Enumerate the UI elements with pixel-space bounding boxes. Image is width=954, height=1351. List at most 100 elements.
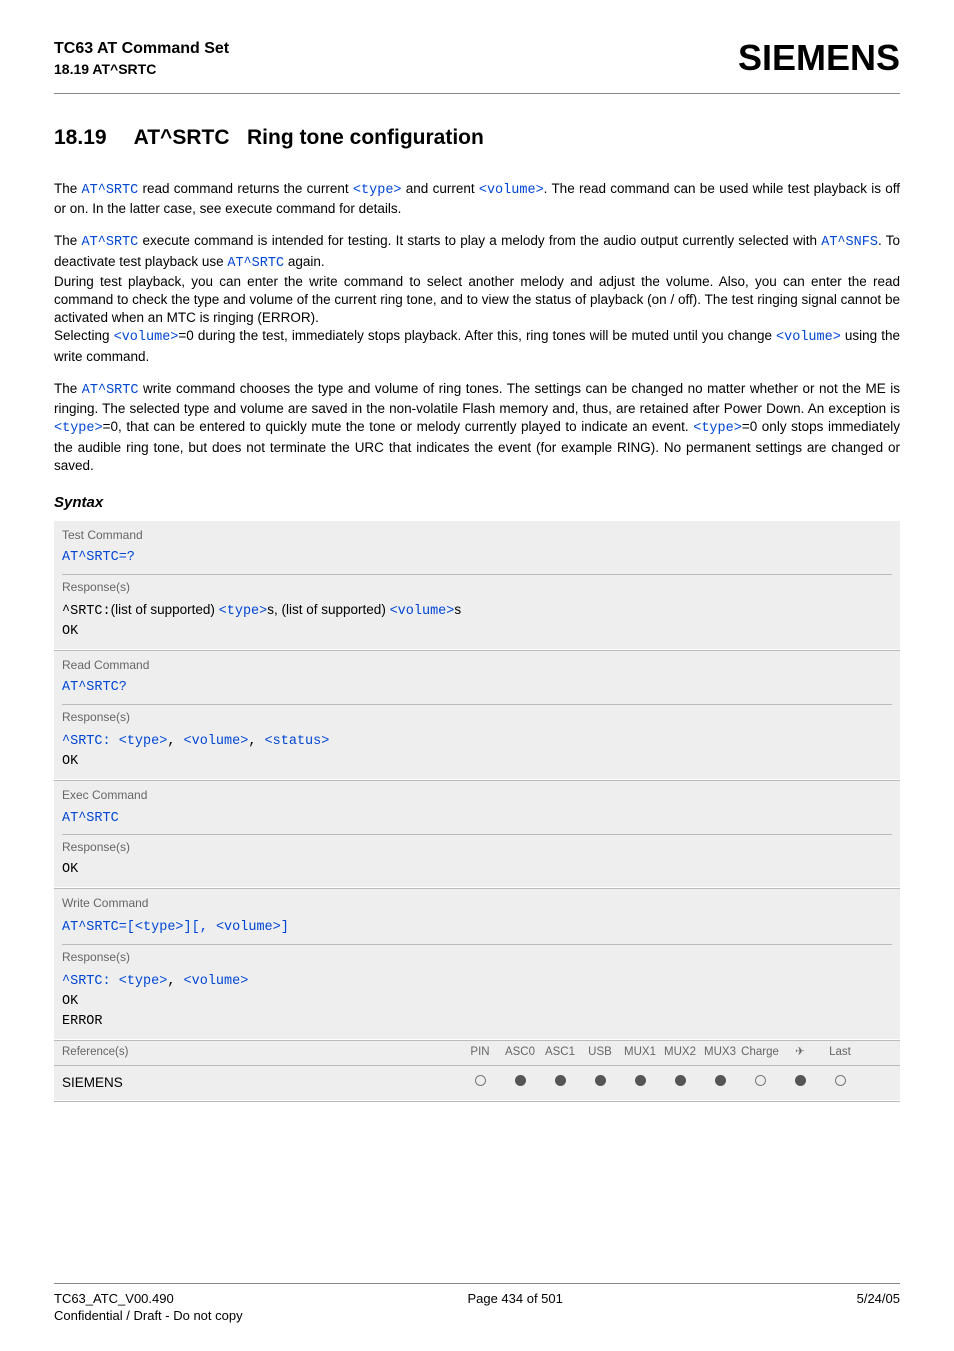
ok-text: OK: [62, 624, 78, 639]
page-header: TC63 AT Command Set 18.19 AT^SRTC SIEMEN…: [54, 34, 900, 93]
page-footer: TC63_ATC_V00.490 Page 434 of 501 5/24/05…: [54, 1283, 900, 1325]
test-response: ^SRTC:(list of supported) <type>s, (list…: [62, 599, 892, 647]
doc-title: TC63 AT Command Set: [54, 38, 229, 60]
footer-center: Page 434 of 501: [467, 1290, 562, 1308]
resp-label: Response(s): [62, 705, 892, 729]
syntax-write-block: Write Command AT^SRTC=[<type>][, <volume…: [54, 889, 900, 1039]
resp-text: ,: [248, 734, 264, 749]
filled-circle-icon: [715, 1075, 726, 1086]
col-hdr: MUX1: [620, 1045, 660, 1061]
error-text: ERROR: [62, 1014, 103, 1029]
reference-header-row: Reference(s) PIN ASC0 ASC1 USB MUX1 MUX2…: [54, 1041, 900, 1065]
param-ref[interactable]: <volume>: [390, 604, 455, 619]
cmd-ref[interactable]: AT^SRTC: [82, 383, 139, 398]
support-indicator: [780, 1075, 820, 1091]
block-divider: [54, 1101, 900, 1102]
section-heading: 18.19 AT^SRTC Ring tone configuration: [54, 124, 900, 152]
resp-text: ,: [167, 974, 183, 989]
exec-command: AT^SRTC: [62, 808, 892, 834]
airplane-icon: ✈: [780, 1045, 820, 1061]
col-hdr: Charge: [740, 1045, 780, 1061]
support-indicator: [700, 1075, 740, 1091]
support-indicator: [540, 1075, 580, 1091]
param-ref[interactable]: <volume>: [216, 920, 281, 935]
text: execute command is intended for testing.…: [138, 233, 821, 248]
empty-circle-icon: [755, 1075, 766, 1086]
filled-circle-icon: [795, 1075, 806, 1086]
col-hdr: USB: [580, 1045, 620, 1061]
cmd-ref[interactable]: AT^SRTC: [227, 256, 284, 271]
text: The: [54, 181, 82, 196]
support-indicator: [820, 1075, 860, 1091]
text: The: [54, 381, 82, 396]
param-ref[interactable]: <type>: [693, 421, 742, 436]
resp-label: Response(s): [62, 575, 892, 599]
header-divider: [54, 93, 900, 94]
footer-left: TC63_ATC_V00.490: [54, 1290, 174, 1308]
empty-circle-icon: [835, 1075, 846, 1086]
param-ref[interactable]: <type>: [353, 183, 402, 198]
param-ref[interactable]: <type>: [219, 604, 268, 619]
empty-circle-icon: [475, 1075, 486, 1086]
filled-circle-icon: [515, 1075, 526, 1086]
paragraph-2: The AT^SRTC execute command is intended …: [54, 232, 900, 366]
write-command: AT^SRTC=[<type>][, <volume>]: [62, 915, 892, 943]
filled-circle-icon: [595, 1075, 606, 1086]
cmd-text: ][,: [184, 920, 216, 935]
param-ref[interactable]: <volume>: [184, 734, 249, 749]
brand-logo: SIEMENS: [738, 34, 900, 83]
param-ref[interactable]: <type>: [119, 734, 168, 749]
section-name: Ring tone configuration: [247, 126, 484, 149]
resp-text: s: [454, 602, 461, 617]
header-left: TC63 AT Command Set 18.19 AT^SRTC: [54, 38, 229, 79]
resp-label: Response(s): [62, 835, 892, 859]
resp-text: ^SRTC:: [62, 974, 119, 989]
param-ref[interactable]: <type>: [54, 421, 103, 436]
param-ref[interactable]: <type>: [135, 920, 184, 935]
paragraph-3: The AT^SRTC write command chooses the ty…: [54, 380, 900, 475]
cmd-ref[interactable]: AT^SRTC: [82, 183, 139, 198]
syntax-heading: Syntax: [54, 493, 900, 513]
test-command: AT^SRTC=?: [62, 547, 892, 573]
block-label: Read Command: [62, 653, 892, 677]
col-hdr: ASC1: [540, 1045, 580, 1061]
ok-text: OK: [62, 754, 78, 769]
cmd-ref[interactable]: AT^SRTC: [82, 235, 139, 250]
param-ref[interactable]: <status>: [265, 734, 330, 749]
col-hdr: MUX2: [660, 1045, 700, 1061]
text: =0 during the test, immediately stops pl…: [178, 328, 776, 343]
cmd-ref[interactable]: AT^SNFS: [821, 235, 878, 250]
param-ref[interactable]: <volume>: [479, 183, 544, 198]
read-command: AT^SRTC?: [62, 677, 892, 703]
resp-text: (list of supported): [111, 602, 219, 617]
text: During test playback, you can enter the …: [54, 274, 900, 325]
support-indicator: [620, 1075, 660, 1091]
write-response: ^SRTC: <type>, <volume> OK ERROR: [62, 969, 892, 1038]
footer-divider: [54, 1283, 900, 1284]
cmd-text: AT^SRTC=[: [62, 920, 135, 935]
text: and current: [402, 181, 479, 196]
section-cmd: AT^SRTC: [134, 126, 230, 149]
filled-circle-icon: [635, 1075, 646, 1086]
cmd-text: ]: [281, 920, 289, 935]
param-ref[interactable]: <volume>: [776, 330, 841, 345]
param-ref[interactable]: <volume>: [184, 974, 249, 989]
support-indicator: [580, 1075, 620, 1091]
param-ref[interactable]: <volume>: [114, 330, 179, 345]
text: =0, that can be entered to quickly mute …: [103, 419, 694, 434]
support-indicator: [460, 1075, 500, 1091]
block-label: Exec Command: [62, 783, 892, 807]
param-ref[interactable]: <type>: [119, 974, 168, 989]
reference-label: Reference(s): [54, 1041, 460, 1065]
resp-text: ^SRTC:: [62, 604, 111, 619]
filled-circle-icon: [675, 1075, 686, 1086]
syntax-exec-block: Exec Command AT^SRTC Response(s) OK: [54, 781, 900, 887]
filled-circle-icon: [555, 1075, 566, 1086]
support-indicator: [660, 1075, 700, 1091]
doc-subtitle: 18.19 AT^SRTC: [54, 60, 229, 79]
exec-response: OK: [62, 859, 892, 885]
ok-text: OK: [62, 994, 78, 1009]
reference-value-row: SIEMENS: [54, 1066, 900, 1100]
reference-vendor: SIEMENS: [54, 1070, 460, 1096]
resp-text: ,: [167, 734, 183, 749]
